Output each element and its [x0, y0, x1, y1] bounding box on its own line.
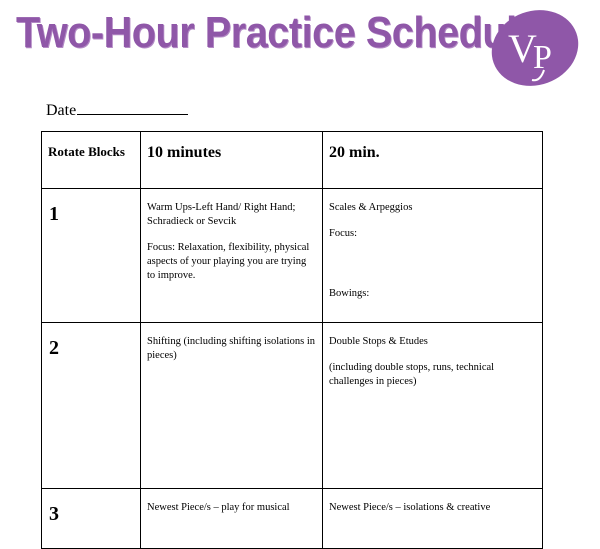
cell-text: Scales & Arpeggios [329, 202, 413, 213]
table-row: 1 Warm Ups-Left Hand/ Right Hand; Schrad… [41, 188, 543, 323]
ten-minute-cell: Shifting (including shifting isolations … [140, 322, 323, 489]
practice-schedule-table: Rotate Blocks 10 minutes 20 min. 1 Warm … [41, 131, 543, 549]
date-field: Date [46, 100, 189, 120]
cell-text: Warm Ups-Left Hand/ Right Hand; Schradie… [147, 202, 296, 227]
twenty-minute-cell: Scales & Arpeggios Focus: Bowings: [322, 188, 543, 323]
vp-logo: V P [491, 10, 579, 86]
cell-text: Shifting (including shifting isolations … [147, 336, 315, 361]
cell-text: Focus: Relaxation, flexibility, physical… [147, 242, 310, 281]
header-10-minutes: 10 minutes [140, 131, 323, 189]
logo-p: P [533, 39, 552, 76]
block-number: 2 [41, 322, 141, 489]
block-number: 1 [41, 188, 141, 323]
cell-text: Newest Piece/s – isolations & creative [329, 502, 491, 513]
cell-text: (including double stops, runs, technical… [329, 362, 495, 387]
date-label: Date [46, 102, 77, 119]
cell-text: Focus: [329, 228, 358, 239]
header-20-min: 20 min. [322, 131, 543, 189]
ten-minute-cell: Warm Ups-Left Hand/ Right Hand; Schradie… [140, 188, 323, 323]
cell-text: Bowings: [329, 288, 370, 299]
table-row: 3 Newest Piece/s – play for musical Newe… [41, 488, 543, 549]
block-number: 3 [41, 488, 141, 549]
date-blank-line [77, 100, 189, 115]
cell-text: Double Stops & Etudes [329, 336, 428, 347]
twenty-minute-cell: Newest Piece/s – isolations & creative [322, 488, 543, 549]
cell-text: Newest Piece/s – play for musical [147, 502, 290, 513]
table-header-row: Rotate Blocks 10 minutes 20 min. [41, 131, 543, 189]
twenty-minute-cell: Double Stops & Etudes (including double … [322, 322, 543, 489]
header-rotate-blocks: Rotate Blocks [41, 131, 141, 189]
page-title: Two-Hour Practice Schedule [16, 8, 539, 57]
ten-minute-cell: Newest Piece/s – play for musical [140, 488, 323, 549]
table-row: 2 Shifting (including shifting isolation… [41, 322, 543, 489]
